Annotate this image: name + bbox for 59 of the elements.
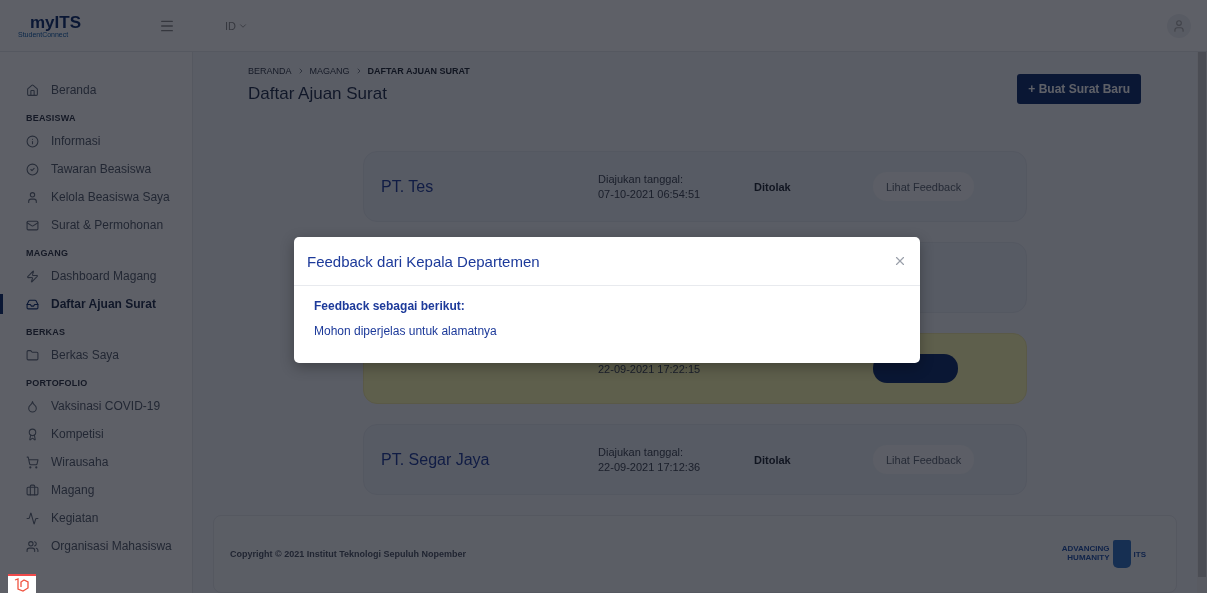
cart-icon xyxy=(26,455,39,469)
company-name: PT. Tes xyxy=(381,177,435,196)
submission-date: 07-10-2021 06:54:51 xyxy=(598,188,702,200)
breadcrumb-link[interactable]: DAFTAR AJUAN SURAT xyxy=(367,66,470,76)
sidebar-item[interactable]: Daftar Ajuan Surat xyxy=(0,290,192,318)
avatar-button[interactable] xyxy=(1167,13,1191,38)
company-name: PT. Segar Jaya xyxy=(381,450,491,469)
submission-date: 22-09-2021 17:22:15 xyxy=(598,362,702,375)
feedback-message: Mohon diperjelas untuk alamatnya xyxy=(314,324,498,338)
page-title: Daftar Ajuan Surat xyxy=(248,84,388,104)
sidebar-item[interactable]: Berkas Saya xyxy=(0,341,192,369)
shield-icon xyxy=(1112,540,1131,568)
home-icon xyxy=(26,83,39,97)
logo-text: ITS xyxy=(1133,549,1146,559)
user-icon xyxy=(1172,18,1186,33)
briefcase-icon xyxy=(26,483,39,497)
cube-logo-icon xyxy=(14,577,30,592)
sidebar-item[interactable]: Organisasi Mahasiswa xyxy=(0,532,192,560)
new-letter-button[interactable]: + Buat Surat Baru xyxy=(1017,74,1141,104)
users-icon xyxy=(26,539,39,553)
lightning-icon xyxy=(26,269,39,283)
sidebar-heading: BERKAS xyxy=(25,326,67,339)
award-icon xyxy=(26,427,39,441)
date-label: Diajukan tanggal: xyxy=(598,173,684,185)
dialog-title: Feedback dari Kepala Departemen xyxy=(307,252,540,270)
status-text: Ditolak xyxy=(754,453,792,466)
sidebar-heading: BEASISWA xyxy=(25,112,77,125)
close-icon xyxy=(893,254,907,268)
check-circle-icon xyxy=(26,162,39,176)
sidebar-item[interactable]: Beranda xyxy=(0,76,192,104)
sidebar-heading: PORTOFOLIO xyxy=(25,377,89,390)
date-label: Diajukan tanggal: xyxy=(598,446,684,458)
sidebar-item[interactable]: Surat & Permohonan xyxy=(0,211,192,239)
sidebar-item[interactable]: Kelola Beasiswa Saya xyxy=(0,183,192,211)
info-icon xyxy=(26,134,39,148)
breadcrumb-link[interactable]: MAGANG xyxy=(309,66,350,76)
sidebar-item[interactable]: Kegiatan xyxy=(0,504,192,532)
sidebar-item[interactable]: Tawaran Beasiswa xyxy=(0,155,192,183)
sidebar-item[interactable]: Kompetisi xyxy=(0,420,192,448)
inbox-icon xyxy=(26,297,39,311)
sidebar-item[interactable]: Vaksinasi COVID-19 xyxy=(0,392,192,420)
sidebar-item[interactable]: Magang xyxy=(0,476,192,504)
breadcrumb-link[interactable]: BERANDA xyxy=(248,66,292,76)
submission-date: 22-09-2021 17:12:36 xyxy=(598,461,702,473)
sidebar-item[interactable]: Dashboard Magang xyxy=(0,262,192,290)
status-text: Ditolak xyxy=(754,180,792,193)
copyright-text: Copyright © 2021 Institut Teknologi Sepuluh Nopember xyxy=(230,549,466,559)
user-icon xyxy=(26,190,39,204)
sidebar-item[interactable]: Informasi xyxy=(0,127,192,155)
sidebar-item[interactable]: Wirausaha xyxy=(0,448,192,476)
close-button[interactable] xyxy=(893,254,907,268)
sidebar-heading: MAGANG xyxy=(25,247,70,260)
mail-icon xyxy=(26,218,39,232)
debug-badge[interactable] xyxy=(8,574,36,593)
feedback-heading: Feedback sebagai berikut: xyxy=(314,299,466,313)
folder-icon xyxy=(26,348,39,362)
droplet-icon xyxy=(26,399,39,413)
slogan-text: ADVANCING HUMANITY xyxy=(1061,545,1110,563)
pulse-icon xyxy=(26,511,39,525)
